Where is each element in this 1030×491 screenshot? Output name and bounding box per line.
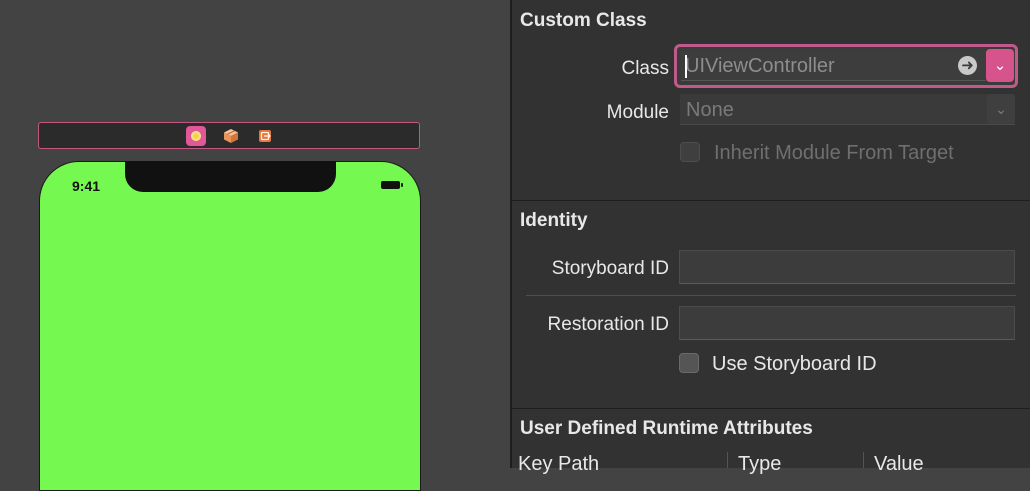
storyboard-id-field[interactable]: [679, 250, 1015, 284]
module-value: None: [686, 99, 734, 121]
view-controller-icon[interactable]: [186, 126, 206, 146]
restoration-id-field[interactable]: [679, 306, 1015, 340]
section-divider: [512, 408, 1030, 409]
section-divider: [512, 200, 1030, 201]
inherit-module-label: Inherit Module From Target: [714, 142, 954, 164]
scene-dock[interactable]: [38, 122, 420, 149]
use-storyboard-id-checkbox[interactable]: [679, 353, 699, 373]
device-notch: [125, 161, 336, 192]
battery-icon: [381, 181, 403, 189]
storyboard-canvas[interactable]: 9:41: [0, 0, 510, 491]
custom-class-title: Custom Class: [520, 10, 647, 31]
inherit-module-checkbox[interactable]: [680, 142, 700, 162]
status-bar-time: 9:41: [72, 178, 101, 194]
chevron-down-icon: ⌄: [993, 57, 1007, 74]
view-controller-scene[interactable]: 9:41: [39, 161, 421, 491]
text-caret: [685, 55, 687, 78]
storyboard-id-label: Storyboard ID: [551, 258, 669, 279]
identity-inspector: Custom Class Class ➜ ⌄ Module None ⌄ Inh…: [512, 0, 1030, 475]
restoration-id-label: Restoration ID: [547, 314, 669, 335]
row-divider: [526, 295, 1016, 296]
runtime-attributes-title: User Defined Runtime Attributes: [520, 418, 813, 439]
module-select[interactable]: None ⌄: [680, 94, 1015, 125]
class-input[interactable]: [681, 51, 986, 81]
class-combo-box[interactable]: ➜ ⌄: [674, 44, 1018, 88]
use-storyboard-id-label: Use Storyboard ID: [712, 353, 877, 375]
column-header-key-path[interactable]: Key Path: [518, 453, 599, 476]
module-label: Module: [606, 102, 669, 123]
column-header-value[interactable]: Value: [874, 453, 924, 476]
exit-icon[interactable]: [255, 126, 275, 146]
class-dropdown-button[interactable]: ⌄: [986, 49, 1014, 82]
first-responder-cube-icon[interactable]: [221, 126, 241, 146]
chevron-down-icon[interactable]: ⌄: [987, 94, 1015, 124]
identity-title: Identity: [520, 210, 588, 231]
arrow-right-circle-icon[interactable]: ➜: [958, 56, 977, 75]
column-divider[interactable]: [863, 452, 864, 468]
column-divider[interactable]: [727, 452, 728, 468]
class-label: Class: [621, 58, 669, 79]
column-header-type[interactable]: Type: [738, 453, 781, 476]
